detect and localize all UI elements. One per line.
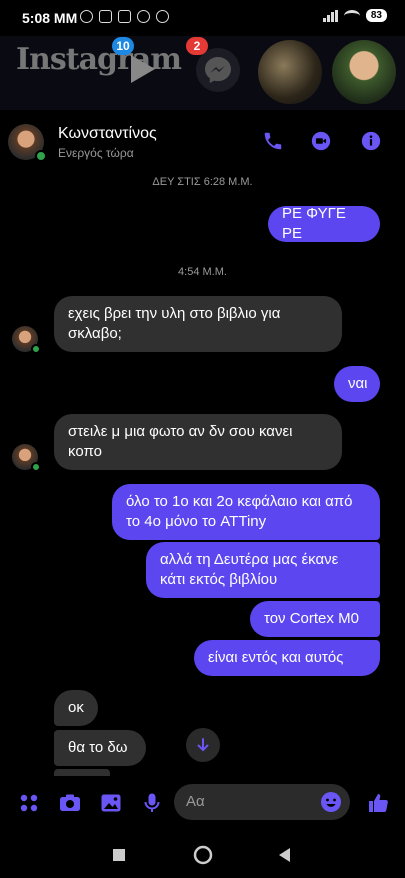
recent-apps-button[interactable] [108,844,130,866]
voice-message-button[interactable] [140,791,164,815]
online-indicator [31,462,41,472]
system-navigation-bar [0,832,405,878]
phone-icon [264,132,282,150]
contact-message-avatar [12,444,41,472]
chat-head-avatar-2[interactable] [332,40,396,104]
arrow-down-icon [197,738,209,752]
message-bubble-outgoing[interactable]: είναι εντός και αυτός [194,640,380,676]
message-bubble-incoming[interactable]: εχεις βρει την υλη στο βιβλιο για σκλαβο… [54,296,342,352]
alarm-icon [80,10,93,23]
chat-head-avatar-1[interactable] [258,40,322,104]
online-indicator [31,344,41,354]
system-status: 83 [322,9,387,22]
messenger-icon [205,57,231,83]
message-bubble-incoming[interactable]: θα το δω [54,730,146,766]
background-app-label: Instagram [16,42,182,77]
online-indicator [35,150,47,162]
wifi-icon [343,9,360,22]
square-icon [113,849,125,861]
notification-icon [99,10,112,23]
info-icon [361,131,381,151]
messenger-notification-icon [156,10,169,23]
message-bubble-outgoing[interactable]: ναι [334,366,380,402]
more-actions-button[interactable] [17,791,41,815]
contact-message-avatar [12,326,41,354]
signal-icon [322,9,338,22]
message-composer: Αα [0,776,405,830]
message-bubble-outgoing[interactable]: ΡΕ ΦΥΓΕ ΡΕ [268,205,380,242]
voice-call-button[interactable] [260,128,286,154]
conversation-header: Κωνσταντίνος Ενεργός τώρα [0,112,405,170]
play-icon [131,55,155,83]
emoji-icon[interactable] [320,791,342,813]
timestamp-divider: ΔΕΥ ΣΤΙΣ 6:28 Μ.Μ. [152,176,253,188]
contact-avatar[interactable] [8,124,47,162]
status-bar: 5:08 MM 83 [0,0,405,36]
message-input[interactable]: Αα [174,784,350,820]
image-icon [101,794,121,812]
contact-status: Ενεργός τώρα [58,146,134,160]
message-bubble-incoming[interactable]: στειλε μ μια φωτο αν δν σου κανει κοπο [54,414,342,470]
status-time: 5:08 MM [22,10,78,26]
circle-icon [193,845,213,865]
back-button[interactable] [274,844,296,866]
app-icon [137,10,150,23]
message-bubble-outgoing[interactable]: τον Cortex M0 [250,601,380,637]
camera-button[interactable] [58,791,82,815]
gallery-button[interactable] [99,791,123,815]
conversation-info-button[interactable] [358,128,384,154]
messenger-chat-head[interactable] [196,48,240,92]
timestamp-divider: 4:54 Μ.Μ. [178,266,227,278]
camera-icon [60,794,80,811]
contact-name[interactable]: Κωνσταντίνος [58,125,157,143]
badge-count-left: 10 [112,37,134,55]
grid-dots-icon [20,794,38,812]
message-bubble-incoming[interactable]: οκ [54,690,98,726]
video-call-button[interactable] [308,128,334,154]
message-bubble-outgoing[interactable]: αλλά τη Δευτέρα μας έκανε κάτι εκτός βιβ… [146,542,380,598]
home-button[interactable] [192,844,214,866]
badge-count-right: 2 [186,37,208,55]
video-camera-icon [311,131,331,151]
notification-icons [80,10,169,23]
battery-indicator: 83 [365,9,387,22]
thumbs-up-icon [369,794,388,812]
like-button[interactable] [366,791,390,815]
microphone-icon [144,793,160,812]
back-triangle-icon [279,848,290,862]
scroll-to-bottom-button[interactable] [186,728,220,762]
mail-icon [118,10,131,23]
message-bubble-outgoing[interactable]: όλο το 1ο και 2ο κεφάλαιο και από το 4ο … [112,484,380,540]
message-input-placeholder: Αα [186,793,205,810]
